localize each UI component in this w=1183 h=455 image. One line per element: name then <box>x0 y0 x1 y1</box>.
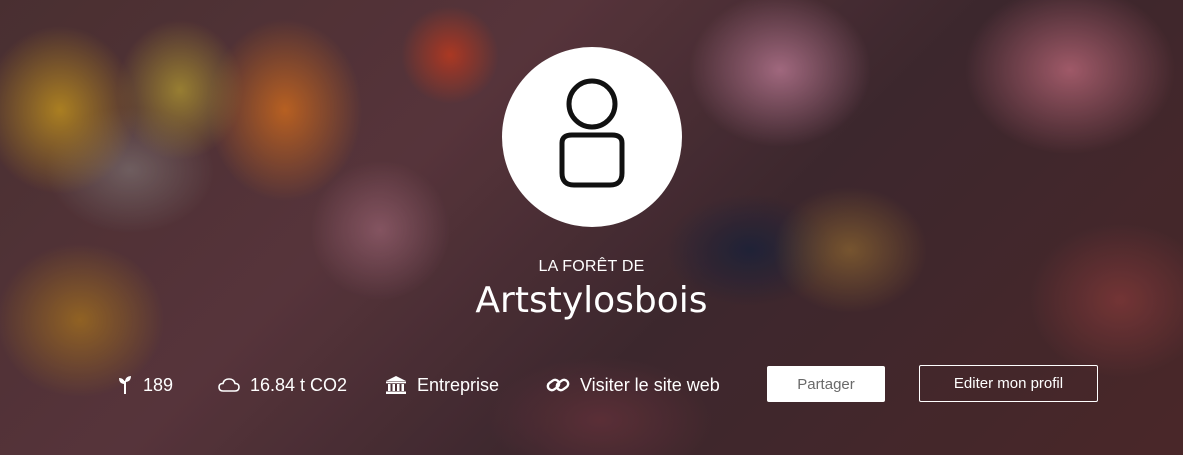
stat-type: Entreprise <box>385 372 499 398</box>
cloud-icon <box>218 377 240 393</box>
link-icon <box>546 375 570 395</box>
website-link-label[interactable]: Visiter le site web <box>580 375 720 396</box>
stat-trees: 189 <box>117 372 173 398</box>
organization-type: Entreprise <box>417 374 500 395</box>
stat-co2: 16.84 t CO2 <box>218 372 347 398</box>
co2-value: 16.84 t CO2 <box>250 374 348 395</box>
share-button[interactable]: Partager <box>767 366 885 402</box>
page-subtitle: LA FORÊT DE <box>538 258 645 275</box>
profile-hero: LA FORÊT DE Artstylosbois 189 16.84 t CO… <box>0 0 1183 455</box>
user-icon <box>559 78 625 188</box>
institution-icon <box>385 375 407 395</box>
avatar <box>502 47 682 227</box>
page-title: Artstylosbois <box>475 280 708 321</box>
trees-count: 189 <box>143 374 174 395</box>
edit-profile-button[interactable]: Editer mon profil <box>919 365 1098 402</box>
website-link[interactable]: Visiter le site web <box>546 372 720 398</box>
sprout-icon <box>117 375 133 395</box>
